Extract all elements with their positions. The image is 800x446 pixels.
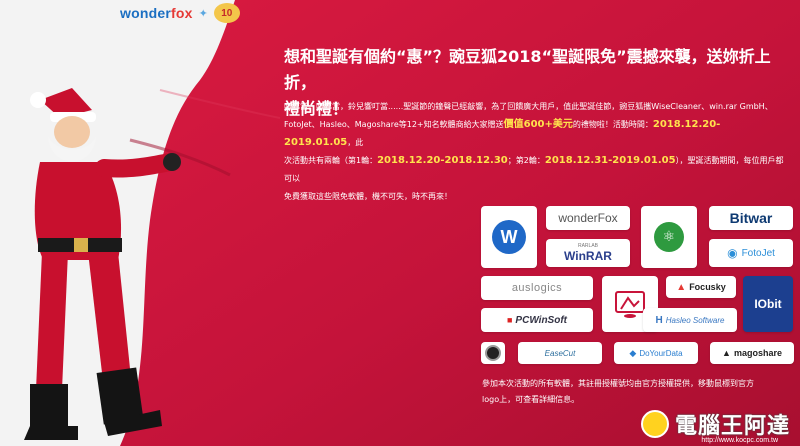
pcwinsoft-icon: ■ [506,315,513,325]
intro-text: ，此 [347,138,364,147]
iobit-label: IObit [754,297,782,311]
headline-line-1: 想和聖誕有個約“惠”？豌豆狐2018“聖誕限免”震撼來襲，送妳折上折， [284,47,771,92]
focusky-label: Focusky [689,282,726,292]
bitwar-tile[interactable]: Bitwar [709,206,793,230]
magoshare-label: magoshare [733,348,782,358]
usb-tool-tile[interactable]: ⚛ [641,206,697,268]
fotojet-label: FotoJet [741,247,775,259]
intro-line-3: 次活動共有兩輪（第1輪：2018.12.20-2018.12.30；第2輪：20… [284,152,784,188]
auslogics-label: auslogics [511,282,563,294]
wisecleaner-icon: W [492,220,526,254]
wonderfox-tile[interactable]: wonderFox [546,206,630,230]
magoshare-tile[interactable]: ▲ magoshare [710,342,794,364]
focusky-icon: ▲ [676,281,687,293]
winrar-label: WinRAR [564,249,612,263]
promo-banner: wonderfox ✦ 10 想和聖誕有個約“惠”？豌豆狐2018“聖誕限免”震… [0,0,800,446]
intro-text: 的禮物啦！活動時間： [572,120,653,129]
hasleo-label: Hasleo Software [665,315,725,325]
wisecleaner-tile[interactable]: W [481,206,537,268]
hasleo-tile[interactable]: H Hasleo Software [643,308,737,332]
anniversary-badge: 10 [213,3,240,23]
brand-header: wonderfox ✦ 10 [120,0,240,26]
easecut-label: EaseCut [544,348,576,358]
watermark: 電腦王阿達 [640,408,790,440]
doyourdata-tile[interactable]: ◆ DoYourData [614,342,698,364]
watermark-url: http://www.kocpc.com.tw [701,437,778,444]
santa-illustration [24,88,181,440]
intro-text: FotoJet、Hasleo、Magoshare等12+知名軟體商給大家贈送 [284,120,504,129]
winrar-tile[interactable]: RARLAB WinRAR [546,239,630,267]
camera-lens-icon [485,345,501,361]
doyourdata-icon: ◆ [629,347,637,358]
value-highlight: 價值600+美元 [503,119,573,130]
auslogics-tile[interactable]: auslogics [481,276,593,300]
fotojet-icon: ◉ [727,246,738,260]
footer-line-1: 參加本次活動的所有軟體，其註冊授權號均由官方授權提供，移動鼠標到官方 [482,379,754,388]
intro-line-2: FotoJet、Hasleo、Magoshare等12+知名軟體商給大家贈送價值… [284,116,784,152]
pcwinsoft-tile[interactable]: ■ PCWinSoft [481,308,593,332]
intro-paragraph: 叮叮當，叮叮當，鈴兒響叮當......聖誕節的鐘聲已經敲響，為了回饋廣大用戶，值… [284,98,784,206]
doyourdata-label: DoYourData [639,348,683,358]
pcwinsoft-label: PCWinSoft [515,314,567,326]
fotojet-tile[interactable]: ◉ FotoJet [709,239,793,267]
footer-line-2: logo上，可查看詳細信息。 [482,395,580,404]
hasleo-icon: H [655,314,663,326]
round2-dates: 2018.12.31-2019.01.05 [544,155,676,166]
focusky-tile[interactable]: ▲ Focusky [666,276,736,298]
intro-text: 次活動共有兩輪（第1輪： [284,156,378,165]
gift-icon: ✦ [198,6,208,20]
round1-dates: 2018.12.20-2018.12.30 [377,155,508,166]
intro-line-4: 免費獲取這些限免軟體，機不可失，時不再來！ [284,192,452,201]
watermark-mascot-icon [640,410,669,438]
bitwar-label: Bitwar [729,210,773,226]
camera-app-tile[interactable] [481,342,505,364]
wonderfox-tile-label: wonderFox [558,211,618,225]
recorder-logo-icon [615,291,645,318]
watermark-text: 電腦王阿達 [674,414,790,439]
footer-note: 參加本次活動的所有軟體，其註冊授權號均由官方授權提供，移動鼠標到官方 logo上… [482,376,788,408]
intro-line-1: 叮叮當，叮叮當，鈴兒響叮當......聖誕節的鐘聲已經敲響，為了回饋廣大用戶，值… [284,102,773,111]
magoshare-icon: ▲ [722,348,731,358]
wonderfox-logo[interactable]: wonderfox [120,5,193,21]
easecut-tile[interactable]: EaseCut [518,342,602,364]
usb-plug-icon: ⚛ [654,222,684,252]
iobit-tile[interactable]: IObit [743,276,793,332]
intro-text: ；第2輪： [507,156,545,165]
